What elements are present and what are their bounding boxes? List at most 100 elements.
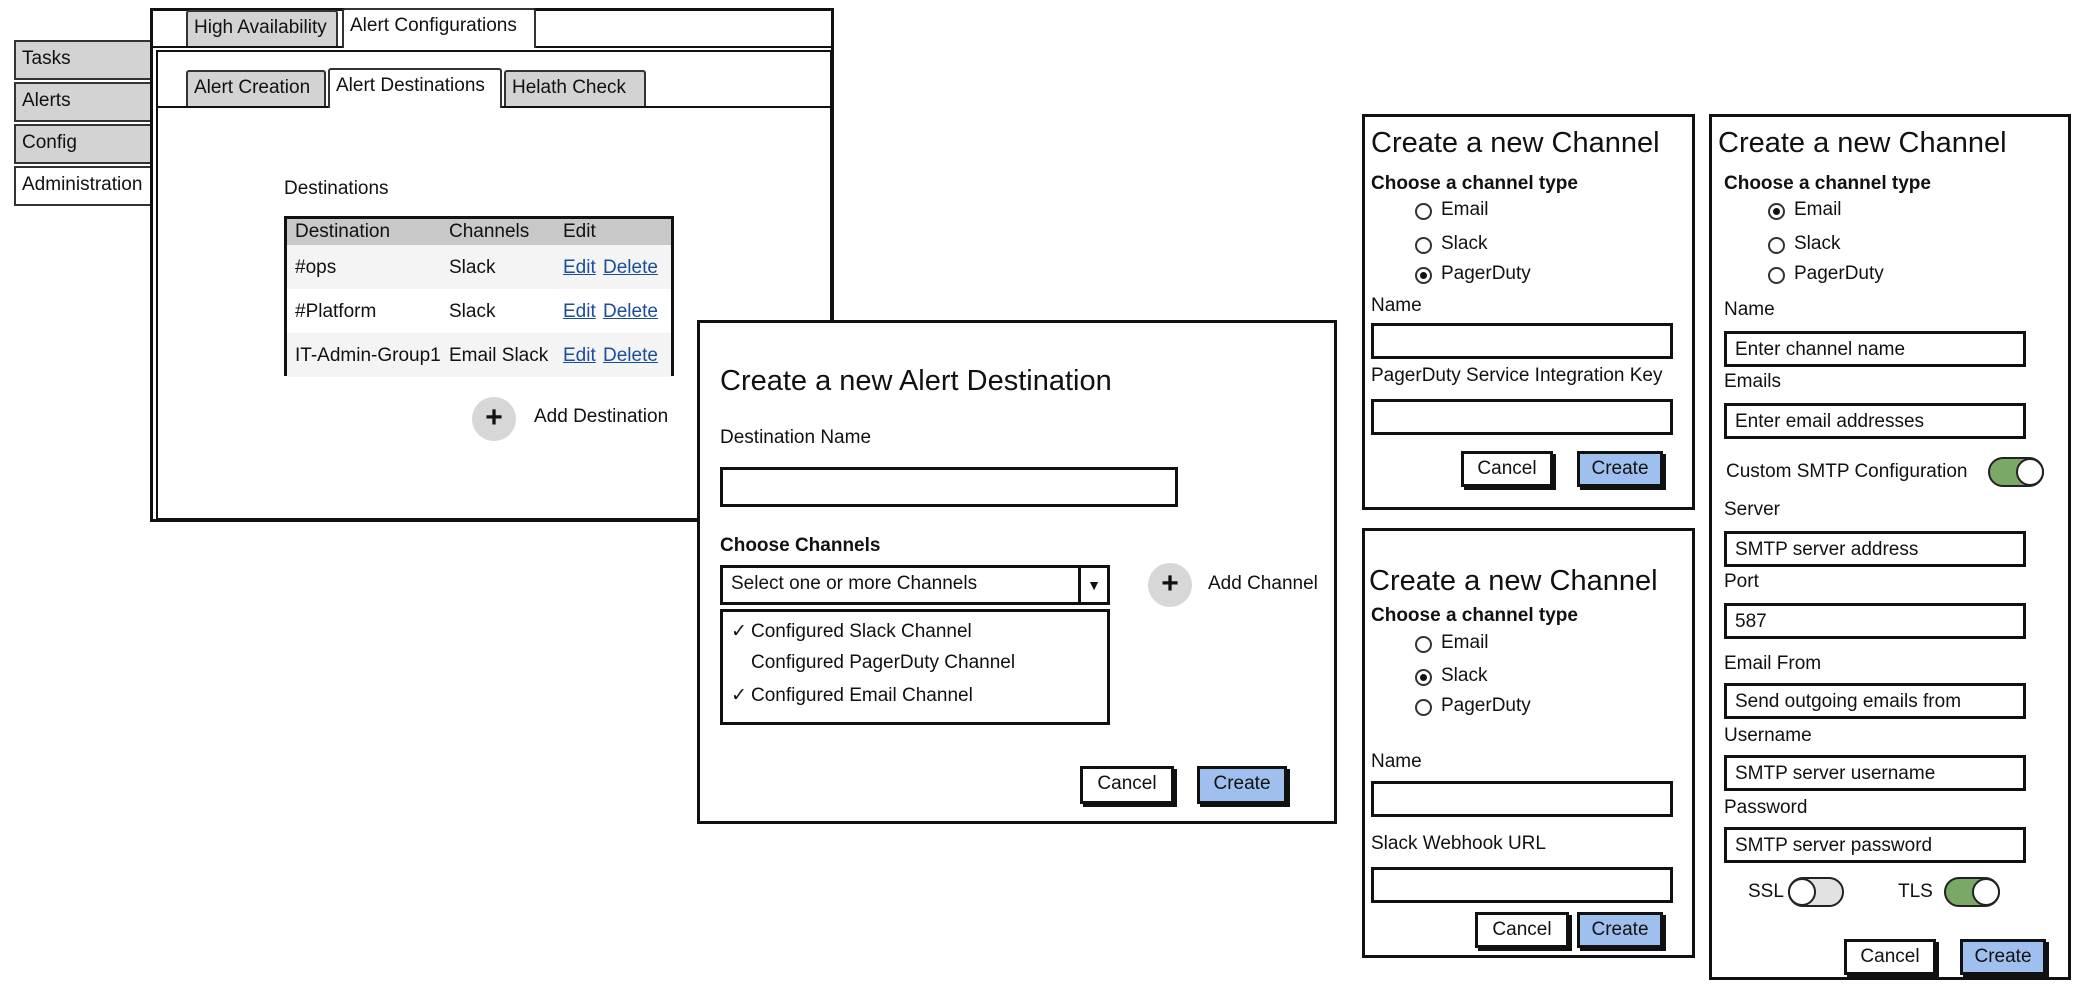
create-channel-dialog-email: Create a new Channel Choose a channel ty…: [1709, 114, 2071, 980]
radio-label: Slack: [1441, 665, 1488, 686]
table-row: IT-Admin-Group1 Email Slack Edit Delete: [287, 333, 671, 377]
radio-label: Email: [1441, 199, 1489, 220]
emails-input[interactable]: Enter email addresses: [1724, 403, 2026, 439]
ssl-toggle[interactable]: [1788, 877, 1844, 907]
webhook-label: Slack Webhook URL: [1371, 833, 1546, 854]
radio-slack[interactable]: [1768, 237, 1785, 254]
tls-label: TLS: [1898, 881, 1933, 902]
radio-label: Email: [1794, 199, 1842, 220]
dialog-title: Create a new Channel: [1718, 127, 2007, 159]
radio-label: PagerDuty: [1794, 263, 1884, 284]
radio-label: PagerDuty: [1441, 263, 1531, 284]
create-button[interactable]: Create: [1577, 912, 1663, 948]
option-label: Configured Slack Channel: [751, 621, 972, 642]
integration-key-input[interactable]: [1371, 399, 1673, 435]
smtp-config-toggle[interactable]: [1988, 457, 2044, 487]
channel-option-pagerduty[interactable]: Configured PagerDuty Channel: [731, 652, 1015, 674]
smtp-username-input[interactable]: SMTP server username: [1724, 755, 2026, 791]
webhook-url-input[interactable]: [1371, 867, 1673, 903]
column-header: Channels: [449, 221, 530, 242]
channel-type-label: Choose a channel type: [1724, 173, 1931, 194]
tab-label: High Availability: [194, 17, 327, 38]
destinations-table: Destination Channels Edit #ops Slack Edi…: [284, 216, 674, 377]
username-label: Username: [1724, 725, 1812, 746]
radio-email[interactable]: [1415, 203, 1432, 220]
nav-item-label: Administration: [22, 174, 143, 195]
tab-alert-creation[interactable]: Alert Creation: [186, 70, 326, 106]
create-channel-dialog-pagerduty: Create a new Channel Choose a channel ty…: [1362, 114, 1695, 510]
cancel-button[interactable]: Cancel: [1475, 912, 1569, 948]
smtp-server-input[interactable]: SMTP server address: [1724, 531, 2026, 567]
radio-pagerduty[interactable]: [1768, 267, 1785, 284]
add-destination-button[interactable]: +: [472, 397, 516, 441]
table-header: Destination Channels Edit: [287, 219, 671, 245]
radio-email[interactable]: [1415, 636, 1432, 653]
tab-label: Alert Creation: [194, 77, 311, 98]
chevron-down-icon[interactable]: ▼: [1078, 568, 1107, 602]
name-label: Name: [1371, 295, 1422, 316]
nav-item-administration[interactable]: Administration: [14, 166, 156, 206]
tab-high-availability[interactable]: High Availability: [186, 10, 338, 46]
tab-health-check[interactable]: Helath Check: [504, 70, 646, 106]
nav-item-config[interactable]: Config: [14, 124, 152, 164]
radio-slack[interactable]: [1415, 669, 1432, 686]
nav-item-tasks[interactable]: Tasks: [14, 40, 152, 80]
edit-link[interactable]: Edit: [563, 301, 596, 323]
table-row: #Platform Slack Edit Delete: [287, 289, 671, 333]
destination-cell: IT-Admin-Group1: [295, 345, 441, 366]
delete-link[interactable]: Delete: [603, 345, 658, 367]
radio-email[interactable]: [1768, 203, 1785, 220]
edit-link[interactable]: Edit: [563, 257, 596, 279]
cancel-button[interactable]: Cancel: [1844, 939, 1936, 975]
radio-pagerduty[interactable]: [1415, 267, 1432, 284]
name-input[interactable]: [1371, 781, 1673, 817]
ssl-label: SSL: [1748, 881, 1784, 902]
channels-cell: Slack: [449, 301, 496, 322]
plus-icon: +: [1161, 567, 1179, 600]
cancel-button[interactable]: Cancel: [1080, 766, 1174, 804]
channel-option-slack[interactable]: ✓ Configured Slack Channel: [731, 620, 972, 643]
create-button[interactable]: Create: [1960, 939, 2046, 975]
destination-name-input[interactable]: [720, 467, 1178, 507]
create-channel-dialog-slack: Create a new Channel Choose a channel ty…: [1362, 528, 1695, 958]
nav-item-label: Tasks: [22, 48, 71, 69]
port-input[interactable]: 587: [1724, 603, 2026, 639]
radio-label: Slack: [1794, 233, 1841, 254]
nav-item-alerts[interactable]: Alerts: [14, 82, 152, 122]
name-label: Name: [1724, 299, 1775, 320]
add-channel-button[interactable]: +: [1148, 563, 1192, 607]
tab-label: Helath Check: [512, 77, 627, 98]
destination-cell: #ops: [295, 257, 337, 278]
toggle-knob: [2016, 458, 2044, 486]
email-from-input[interactable]: Send outgoing emails from: [1724, 683, 2026, 719]
radio-slack[interactable]: [1415, 237, 1432, 254]
radio-label: Email: [1441, 632, 1489, 653]
option-label: Configured Email Channel: [751, 685, 973, 706]
dialog-title: Create a new Channel: [1369, 565, 1658, 597]
delete-link[interactable]: Delete: [603, 301, 658, 323]
edit-link[interactable]: Edit: [563, 345, 596, 367]
smtp-password-input[interactable]: SMTP server password: [1724, 827, 2026, 863]
create-button[interactable]: Create: [1197, 766, 1287, 804]
channels-select[interactable]: Select one or more Channels ▼: [720, 565, 1110, 605]
channel-option-email[interactable]: ✓ Configured Email Channel: [731, 684, 973, 707]
tab-alert-configurations[interactable]: Alert Configurations: [342, 8, 536, 48]
cancel-button[interactable]: Cancel: [1461, 451, 1553, 487]
tab-alert-destinations[interactable]: Alert Destinations: [328, 68, 502, 108]
channel-type-label: Choose a channel type: [1371, 173, 1578, 194]
radio-pagerduty[interactable]: [1415, 699, 1432, 716]
dialog-title: Create a new Channel: [1371, 127, 1660, 159]
channels-cell: Email Slack: [449, 345, 549, 366]
delete-link[interactable]: Delete: [603, 257, 658, 279]
name-input[interactable]: [1371, 323, 1673, 359]
channels-cell: Slack: [449, 257, 496, 278]
tls-toggle[interactable]: [1944, 877, 2000, 907]
add-destination-label[interactable]: Add Destination: [534, 406, 668, 428]
add-channel-label[interactable]: Add Channel: [1208, 573, 1318, 595]
create-button[interactable]: Create: [1577, 451, 1663, 487]
nav-item-label: Alerts: [22, 90, 71, 111]
channel-name-input[interactable]: Enter channel name: [1724, 331, 2026, 367]
column-header: Destination: [295, 221, 391, 242]
channel-type-label: Choose a channel type: [1371, 605, 1578, 626]
option-label: Configured PagerDuty Channel: [751, 652, 1016, 673]
